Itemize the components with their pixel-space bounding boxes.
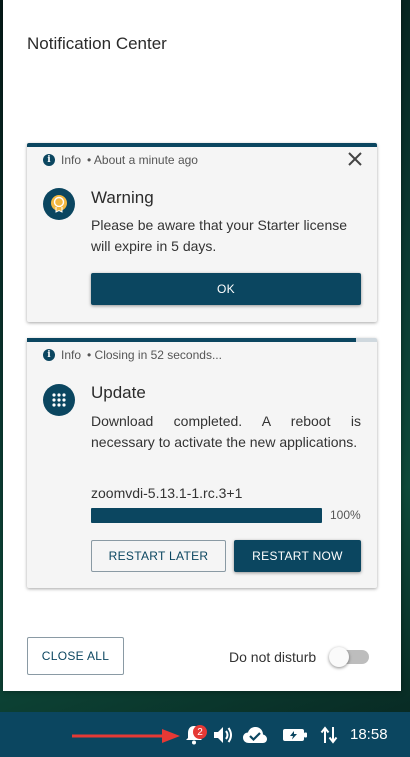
close-icon[interactable]	[347, 151, 363, 167]
notification-card-warning: i Info • About a minute ago Warning Plea…	[27, 143, 377, 322]
notification-time: • Closing in 52 seconds...	[87, 348, 222, 362]
notification-meta: i Info • About a minute ago	[43, 153, 198, 167]
notification-center-panel: Notification Center i Info • About a min…	[3, 0, 401, 691]
card-accent-bar	[27, 143, 377, 147]
cloud-check-icon[interactable]	[241, 712, 269, 757]
notification-level: Info	[61, 348, 82, 362]
notification-body: Please be aware that your Starter licens…	[91, 217, 348, 254]
info-icon: i	[43, 154, 55, 166]
package-name: zoomvdi-5.13.1-1.rc.3+1	[91, 485, 243, 501]
do-not-disturb-label: Do not disturb	[229, 649, 317, 665]
notification-level: Info	[61, 153, 82, 167]
ok-button[interactable]: OK	[91, 273, 361, 305]
pointer-arrow-icon	[70, 728, 182, 749]
volume-icon[interactable]	[210, 712, 236, 757]
do-not-disturb-toggle[interactable]	[329, 647, 369, 667]
notification-meta: i Info • Closing in 52 seconds...	[43, 348, 222, 362]
progress-percent: 100%	[330, 508, 361, 522]
battery-icon[interactable]	[281, 712, 309, 757]
notification-heading: Update	[91, 383, 146, 402]
restart-now-button[interactable]: RESTART NOW	[234, 540, 361, 572]
panel-title: Notification Center	[27, 34, 167, 53]
license-badge-icon	[43, 188, 75, 220]
taskbar-clock[interactable]: 18:58	[350, 712, 388, 757]
download-progress-bar	[91, 508, 322, 523]
notification-body: Download completed. A reboot is necessar…	[91, 413, 361, 450]
countdown-bar-fill	[27, 338, 356, 342]
notification-count-badge: 2	[193, 725, 207, 739]
download-progress-fill	[91, 508, 322, 523]
close-all-button[interactable]: CLOSE ALL	[27, 637, 124, 675]
info-icon: i	[43, 349, 55, 361]
network-transfer-icon[interactable]	[318, 712, 340, 757]
restart-later-button[interactable]: RESTART LATER	[91, 540, 226, 572]
toggle-knob	[329, 647, 349, 667]
countdown-bar	[27, 338, 377, 342]
apps-grid-icon	[43, 384, 75, 416]
notification-card-update: i Info • Closing in 52 seconds... Update…	[27, 338, 377, 588]
notification-time: • About a minute ago	[87, 153, 198, 167]
notification-heading: Warning	[91, 188, 154, 207]
